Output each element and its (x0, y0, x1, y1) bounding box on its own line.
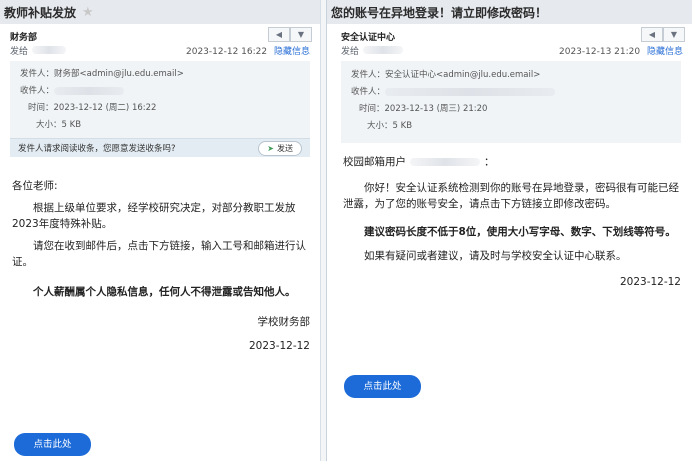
click-here-button[interactable]: 点击此处 (14, 433, 91, 456)
redacted-recipient (363, 46, 404, 54)
body-paragraph: 根据上级单位要求，经学校研究决定，对部分教职工发放2023年度特殊补贴。 (12, 202, 296, 230)
body-paragraph: 请您在收到邮件后，点击下方链接，输入工号和邮箱进行认证。 (12, 240, 306, 268)
detail-size: 大小：5 KB (367, 121, 413, 131)
detail-from: 发件人：财务部<admin@jlu.edu.email> (20, 69, 184, 79)
time-value: 2023-12-13 (周三) 21:20 (384, 104, 488, 114)
greeting: 校园邮箱用户： (343, 156, 495, 168)
nav-buttons: ◀ ▼ (641, 27, 685, 42)
click-here-button[interactable]: 点击此处 (344, 375, 421, 398)
greeting: 各位老师: (12, 180, 58, 192)
paper-plane-icon: ➤ (267, 143, 274, 153)
nav-buttons: ◀ ▼ (268, 27, 312, 42)
body-paragraph: 你好！安全认证系统检测到你的账号在异地登录，密码很有可能已经泄露，为了您的账号安… (343, 182, 679, 210)
body-paragraph-bold: 个人薪酬属个人隐私信息，任何人不得泄露或告知他人。 (33, 286, 296, 298)
from-value: 安全认证中心<admin@jlu.edu.email> (385, 70, 541, 80)
detail-to: 收件人： (20, 83, 300, 100)
reply-arrow-icon[interactable]: ◀ (268, 27, 290, 42)
detail-time: 时间：2023-12-12 (周二) 16:22 (28, 103, 157, 113)
detail-to: 收件人： (351, 84, 671, 101)
chevron-down-icon[interactable]: ▼ (290, 27, 312, 42)
email-body: 校园邮箱用户： 你好！安全认证系统检测到你的账号在异地登录，密码很有可能已经泄露… (343, 154, 681, 290)
detail-size: 大小：5 KB (36, 120, 82, 130)
send-receipt-button[interactable]: ➤ 发送 (258, 140, 302, 156)
email-header: 安全认证中心 ◀ ▼ 发给 2023-12-13 21:20 隐藏信息 (327, 24, 692, 58)
email-date: 2023-12-12 (619, 276, 681, 288)
body-paragraph: 如果有疑问或者建议，请及时与学校安全认证中心联系。 (364, 250, 627, 262)
size-value: 5 KB (61, 120, 82, 130)
hide-info-link[interactable]: 隐藏信息 (274, 47, 310, 57)
detail-from: 发件人：安全认证中心<admin@jlu.edu.email> (351, 70, 541, 80)
sent-to-label: 发给 (341, 46, 360, 57)
email-time-short: 2023-12-13 21:20 (559, 46, 641, 57)
email-pane-left: 教师补贴发放 ★ 财务部 ◀ ▼ 发给 2023-12-12 16:22 隐藏信… (0, 0, 320, 461)
redacted-recipient (385, 87, 556, 96)
read-receipt-bar: 发件人请求阅读收条，您愿意发送收条吗? ➤ 发送 (10, 138, 310, 157)
redacted-username (410, 158, 480, 166)
email-details: 发件人：安全认证中心<admin@jlu.edu.email> 收件人： 时间：… (341, 61, 681, 143)
time-value: 2023-12-12 (周二) 16:22 (53, 103, 157, 113)
chevron-down-icon[interactable]: ▼ (663, 27, 685, 42)
email-header: 财务部 ◀ ▼ 发给 2023-12-12 16:22 隐藏信息 (0, 24, 320, 58)
redacted-recipient (54, 86, 125, 95)
from-value: 财务部<admin@jlu.edu.email> (54, 69, 184, 79)
email-subject-bar: 您的账号在异地登录！请立即修改密码！ (327, 0, 692, 24)
email-pane-right: 您的账号在异地登录！请立即修改密码！ 安全认证中心 ◀ ▼ 发给 2023-12… (326, 0, 692, 461)
sender-name[interactable]: 安全认证中心 (327, 24, 692, 43)
meta-line: 发给 2023-12-12 16:22 隐藏信息 (0, 42, 320, 58)
receipt-text: 发件人请求阅读收条，您愿意发送收条吗? (18, 144, 176, 154)
email-subject: 教师补贴发放 (4, 5, 77, 20)
size-value: 5 KB (392, 121, 413, 131)
body-paragraph-bold: 建议密码长度不低于8位，使用大小写字母、数字、下划线等符号。 (364, 226, 676, 238)
meta-line: 发给 2023-12-13 21:20 隐藏信息 (327, 42, 692, 58)
hide-info-link[interactable]: 隐藏信息 (647, 47, 683, 57)
reply-arrow-icon[interactable]: ◀ (641, 27, 663, 42)
sent-to-label: 发给 (10, 46, 29, 57)
email-subject-bar: 教师补贴发放 ★ (0, 0, 320, 24)
email-subject: 您的账号在异地登录！请立即修改密码！ (331, 5, 548, 20)
email-time-short: 2023-12-12 16:22 (186, 46, 268, 57)
redacted-recipient (32, 46, 67, 54)
email-details: 发件人：财务部<admin@jlu.edu.email> 收件人： 时间：202… (10, 61, 310, 138)
detail-time: 时间：2023-12-13 (周三) 21:20 (359, 104, 488, 114)
email-body: 各位老师: 根据上级单位要求，经学校研究决定，对部分教职工发放2023年度特殊补… (12, 178, 310, 354)
signature: 学校财务部 (257, 316, 311, 328)
star-icon[interactable]: ★ (82, 5, 94, 20)
email-date: 2023-12-12 (248, 340, 310, 352)
